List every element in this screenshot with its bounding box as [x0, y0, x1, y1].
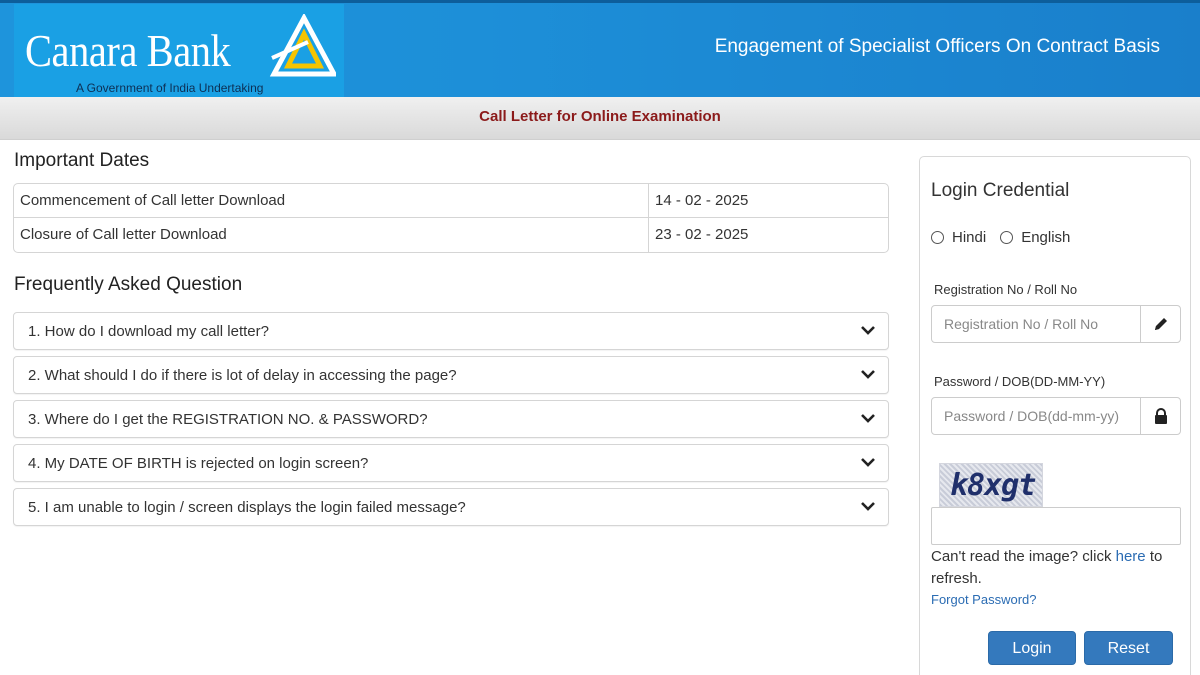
faq-item[interactable]: 1. How do I download my call letter? [13, 312, 889, 350]
faq-item[interactable]: 5. I am unable to login / screen display… [13, 488, 889, 526]
radio-english-label[interactable]: English [1021, 229, 1070, 246]
faq-question: 3. Where do I get the REGISTRATION NO. &… [28, 411, 428, 428]
canara-logo-icon [269, 14, 336, 77]
language-selector: Hindi English [931, 229, 1084, 246]
faq-question: 5. I am unable to login / screen display… [28, 499, 466, 516]
captcha-text: k8xgt [950, 468, 1036, 503]
brand-tagline: A Government of India Undertaking [76, 81, 264, 95]
header-top-line [0, 0, 1200, 3]
login-panel: Login Credential Hindi English Registrat… [919, 156, 1191, 675]
reset-button[interactable]: Reset [1084, 631, 1173, 665]
page-subtitle-bar: Call Letter for Online Examination [0, 97, 1200, 140]
faq-question: 2. What should I do if there is lot of d… [28, 367, 457, 384]
chevron-down-icon [861, 370, 875, 379]
captcha-refresh-text: Can't read the image? click here to refr… [931, 546, 1171, 590]
faq-question: 4. My DATE OF BIRTH is rejected on login… [28, 455, 369, 472]
lock-icon [1140, 398, 1180, 434]
date-value: 23 - 02 - 2025 [655, 226, 749, 243]
faq-item[interactable]: 4. My DATE OF BIRTH is rejected on login… [13, 444, 889, 482]
table-row: Commencement of Call letter Download 14 … [14, 184, 888, 218]
chevron-down-icon [861, 502, 875, 511]
table-row: Closure of Call letter Download 23 - 02 … [14, 218, 888, 252]
faq-item[interactable]: 2. What should I do if there is lot of d… [13, 356, 889, 394]
captcha-refresh-link[interactable]: here [1116, 548, 1146, 565]
chevron-down-icon [861, 458, 875, 467]
radio-hindi-label[interactable]: Hindi [952, 229, 986, 246]
password-input[interactable] [932, 398, 1140, 434]
chevron-down-icon [861, 326, 875, 335]
page-subtitle: Call Letter for Online Examination [479, 108, 721, 125]
registration-label: Registration No / Roll No [934, 282, 1078, 297]
faq-heading: Frequently Asked Question [14, 274, 243, 295]
registration-input[interactable] [932, 306, 1140, 342]
login-button[interactable]: Login [988, 631, 1076, 665]
radio-english[interactable] [1000, 231, 1014, 244]
chevron-down-icon [861, 414, 875, 423]
date-label: Closure of Call letter Download [14, 218, 649, 252]
forgot-password-link[interactable]: Forgot Password? [931, 592, 1037, 607]
date-label: Commencement of Call letter Download [14, 184, 649, 217]
password-field-group [931, 397, 1181, 435]
registration-field-group [931, 305, 1181, 343]
login-title: Login Credential [931, 180, 1070, 201]
refresh-prefix: Can't read the image? click [931, 548, 1116, 565]
password-label: Password / DOB(DD-MM-YY) [934, 374, 1106, 389]
important-dates-table: Commencement of Call letter Download 14 … [13, 183, 889, 253]
faq-item[interactable]: 3. Where do I get the REGISTRATION NO. &… [13, 400, 889, 438]
captcha-input[interactable] [931, 507, 1181, 545]
important-dates-heading: Important Dates [14, 150, 150, 171]
date-value: 14 - 02 - 2025 [655, 192, 749, 209]
captcha-image: k8xgt [939, 463, 1043, 507]
site-header: Canara Bank A Government of India Undert… [0, 0, 1200, 97]
brand-name: Canara Bank [25, 25, 231, 76]
brand-logo[interactable]: Canara Bank A Government of India Undert… [14, 4, 344, 97]
pencil-icon [1140, 306, 1180, 342]
radio-hindi[interactable] [931, 231, 944, 244]
faq-question: 1. How do I download my call letter? [28, 323, 269, 340]
header-title: Engagement of Specialist Officers On Con… [714, 36, 1160, 57]
